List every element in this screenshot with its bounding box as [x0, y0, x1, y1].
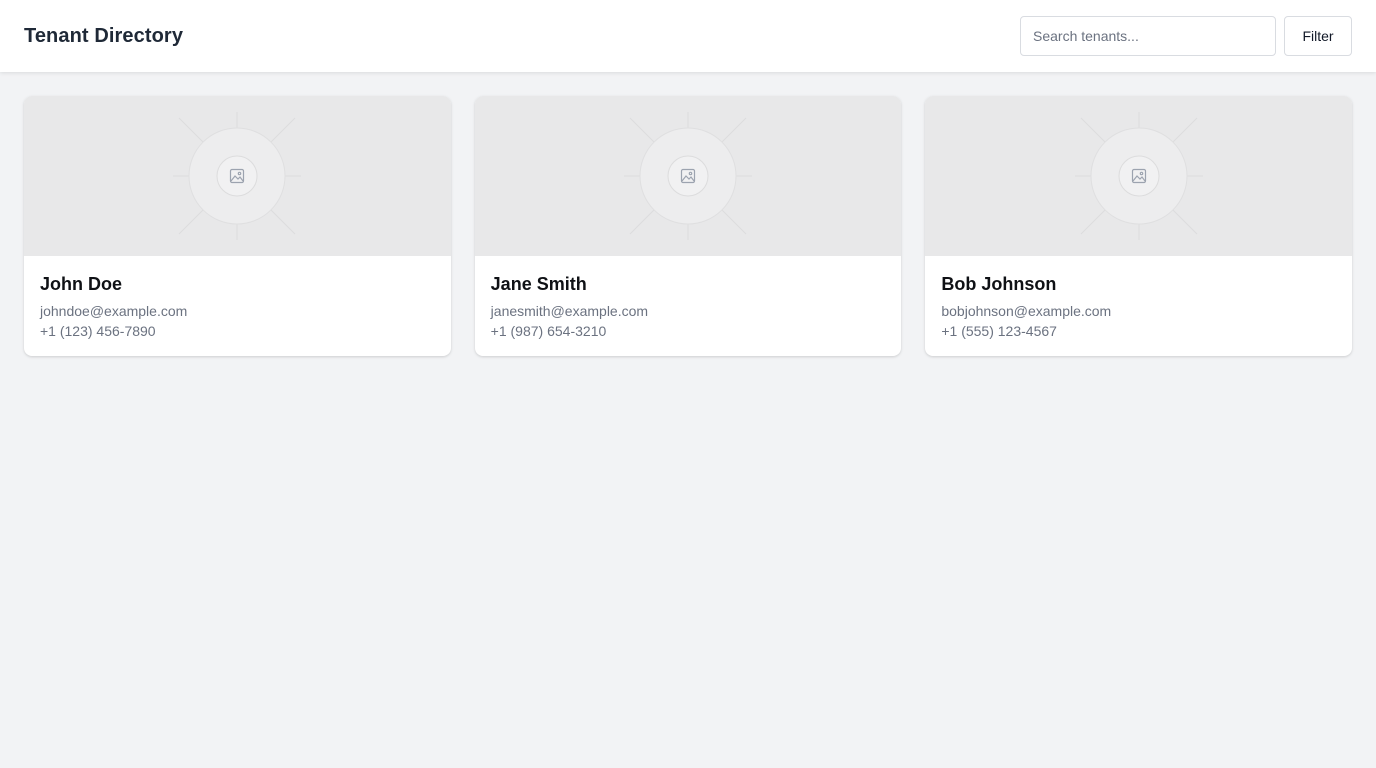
image-placeholder-icon — [624, 112, 752, 240]
tenant-email: bobjohnson@example.com — [941, 303, 1112, 319]
tenant-phone: +1 (555) 123-4567 — [941, 323, 1057, 339]
tenant-name: Bob Johnson — [941, 274, 1057, 294]
search-input[interactable] — [1020, 16, 1276, 56]
tenant-grid: John Doe johndoe@example.com +1 (123) 45… — [24, 96, 1353, 356]
page-title: Tenant Directory — [24, 24, 184, 47]
filter-button[interactable]: Filter — [1284, 16, 1352, 56]
tenant-image-placeholder — [925, 96, 1353, 256]
tenant-card[interactable]: Bob Johnson bobjohnson@example.com +1 (5… — [925, 96, 1353, 356]
tenant-image-placeholder — [24, 96, 451, 256]
tenant-name: John Doe — [40, 274, 123, 294]
tenant-card-body: Jane Smith janesmith@example.com +1 (987… — [475, 256, 902, 341]
image-placeholder-icon — [173, 112, 302, 240]
tenant-phone: +1 (987) 654-3210 — [490, 323, 607, 339]
app-header: Tenant Directory Filter — [0, 0, 1376, 72]
image-placeholder-icon — [1074, 112, 1203, 240]
tenant-name: Jane Smith — [490, 274, 587, 294]
header-controls: Filter — [1020, 16, 1352, 56]
tenant-card-body: Bob Johnson bobjohnson@example.com +1 (5… — [925, 256, 1352, 341]
tenant-card[interactable]: Jane Smith janesmith@example.com +1 (987… — [474, 96, 902, 356]
tenant-card[interactable]: John Doe johndoe@example.com +1 (123) 45… — [24, 96, 451, 356]
tenant-email: janesmith@example.com — [490, 303, 649, 319]
tenant-card-body: John Doe johndoe@example.com +1 (123) 45… — [24, 256, 451, 341]
tenant-image-placeholder — [474, 96, 902, 256]
tenant-email: johndoe@example.com — [40, 303, 188, 319]
tenant-phone: +1 (123) 456-7890 — [40, 323, 156, 339]
